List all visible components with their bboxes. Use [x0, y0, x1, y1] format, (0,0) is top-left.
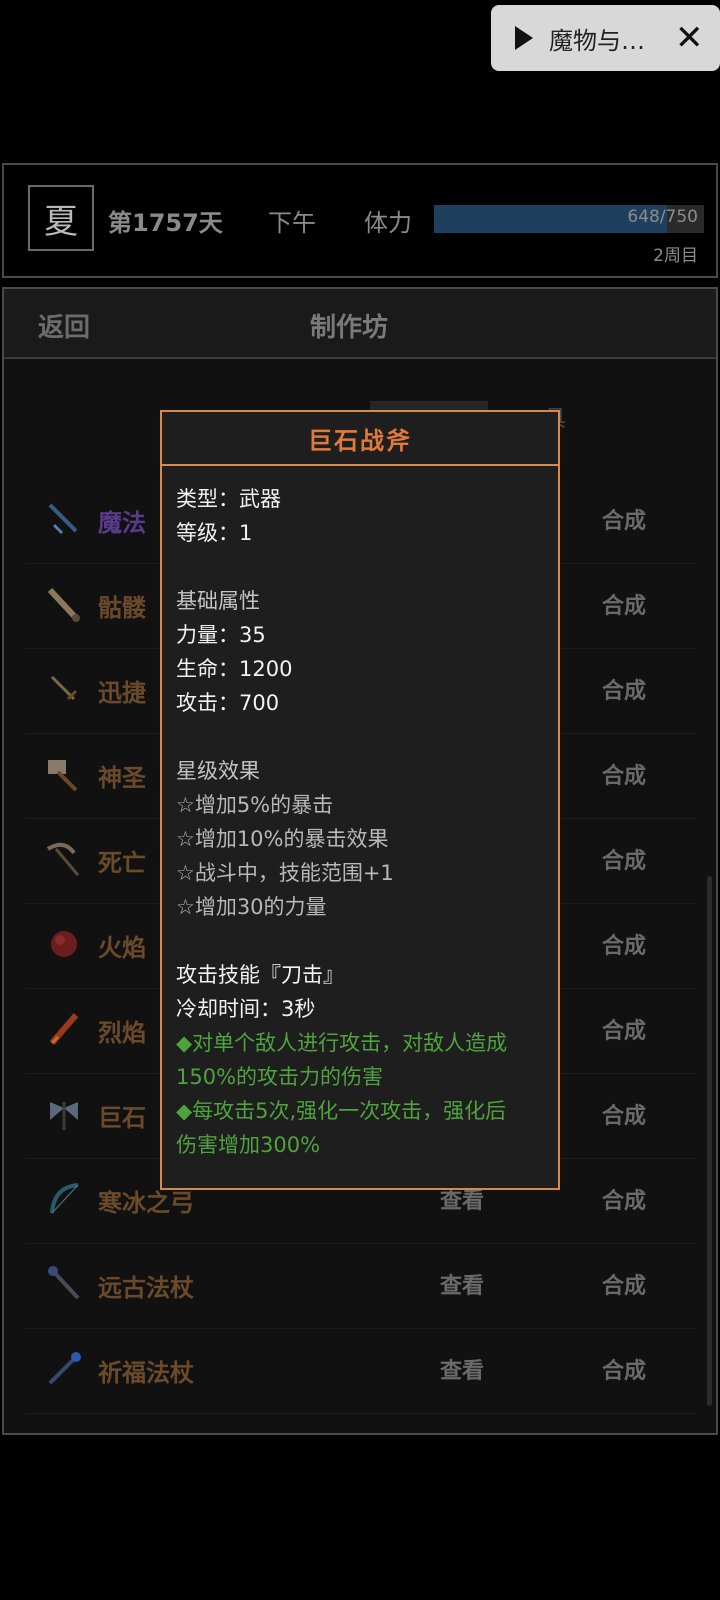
- battle-axe-icon: [50, 1102, 78, 1130]
- item-name: 巨石: [98, 1104, 146, 1132]
- item-tooltip: 巨石战斧 类型：武器 等级：1 基础属性 力量：35 生命：1200 攻击：70…: [160, 410, 560, 1190]
- playthrough-count: 2周目: [653, 246, 698, 266]
- time-of-day: 下午: [268, 209, 316, 237]
- scythe-icon: [46, 842, 80, 876]
- craft-button[interactable]: 合成: [602, 1353, 646, 1385]
- item-type: 类型：武器: [176, 487, 281, 511]
- item-name: 远古法杖: [98, 1274, 194, 1302]
- craft-button[interactable]: 合成: [602, 928, 646, 960]
- tooltip-title: 巨石战斧: [162, 412, 558, 466]
- ice-bow-icon: [50, 1183, 79, 1214]
- bone-sword-icon: [47, 587, 80, 622]
- list-item: 远古法杖 查看 合成: [26, 1244, 696, 1329]
- flame-blade-icon: [49, 1013, 79, 1045]
- list-item: 祈福法杖 查看 合成: [26, 1329, 696, 1414]
- item-name: 魔法: [98, 509, 146, 537]
- skill-description: ◆对单个敌人进行攻击，对敌人造成: [176, 1031, 508, 1055]
- base-stats-heading: 基础属性: [176, 589, 260, 613]
- back-button[interactable]: 返回: [38, 307, 90, 344]
- skill-description: ◆每攻击5次,强化一次攻击，强化后: [176, 1099, 507, 1123]
- item-name: 骷髅: [98, 594, 146, 622]
- stamina-label: 体力: [364, 209, 412, 237]
- item-level: 等级：1: [176, 521, 253, 545]
- scrollbar[interactable]: [707, 876, 712, 1406]
- skill-description: 150%的攻击力的伤害: [176, 1065, 384, 1089]
- stat-line: 生命：1200: [176, 657, 293, 681]
- item-name: 迅捷: [98, 679, 146, 707]
- stamina-bar: 648/750: [434, 205, 704, 233]
- item-name: 烈焰: [98, 1019, 146, 1047]
- stat-line: 力量：35: [176, 623, 266, 647]
- item-name: 祈福法杖: [98, 1359, 194, 1387]
- star-effect: ☆增加5%的暴击: [176, 793, 334, 817]
- skill-cooldown: 冷却时间：3秒: [176, 997, 316, 1021]
- dagger-icon: [50, 675, 78, 701]
- blessing-staff-icon: [48, 1352, 81, 1385]
- star-effects-heading: 星级效果: [176, 759, 260, 783]
- ancient-staff-icon: [48, 1266, 80, 1300]
- sword-icon: [48, 503, 78, 535]
- craft-button[interactable]: 合成: [602, 673, 646, 705]
- mini-player[interactable]: 魔物与… ✕: [491, 5, 720, 71]
- star-effect: ☆战斗中，技能范围+1: [176, 861, 394, 885]
- hammer-icon: [48, 760, 78, 792]
- item-name: 火焰: [98, 934, 146, 962]
- item-name: 神圣: [98, 764, 146, 792]
- craft-button[interactable]: 合成: [602, 843, 646, 875]
- play-icon[interactable]: [515, 26, 533, 50]
- tooltip-body: 类型：武器 等级：1 基础属性 力量：35 生命：1200 攻击：700 星级效…: [162, 466, 558, 1178]
- star-effect: ☆增加30的力量: [176, 895, 327, 919]
- day-counter: 第1757天: [108, 209, 223, 237]
- panel-header: 返回 制作坊: [4, 289, 716, 359]
- mini-player-title: 魔物与…: [549, 26, 645, 55]
- craft-button[interactable]: 合成: [602, 1098, 646, 1130]
- status-bar: 夏 第1757天 下午 体力 648/750 2周目: [2, 163, 718, 278]
- stamina-value: 648/750: [627, 207, 698, 227]
- view-button[interactable]: 查看: [440, 1353, 484, 1385]
- page-title: 制作坊: [310, 313, 389, 343]
- craft-button[interactable]: 合成: [602, 1268, 646, 1300]
- skill-description: 伤害增加300%: [176, 1133, 321, 1157]
- season-badge: 夏: [28, 185, 94, 251]
- stat-line: 攻击：700: [176, 691, 280, 715]
- craft-button[interactable]: 合成: [602, 503, 646, 535]
- star-effect: ☆增加10%的暴击效果: [176, 827, 389, 851]
- close-icon[interactable]: ✕: [675, 21, 704, 55]
- craft-button[interactable]: 合成: [602, 758, 646, 790]
- craft-button[interactable]: 合成: [602, 588, 646, 620]
- craft-button[interactable]: 合成: [602, 1183, 646, 1215]
- view-button[interactable]: 查看: [440, 1268, 484, 1300]
- fire-gauntlet-icon: [51, 931, 77, 957]
- craft-button[interactable]: 合成: [602, 1013, 646, 1045]
- item-name: 死亡: [98, 849, 146, 877]
- skill-name: 攻击技能『刀击』: [176, 963, 344, 987]
